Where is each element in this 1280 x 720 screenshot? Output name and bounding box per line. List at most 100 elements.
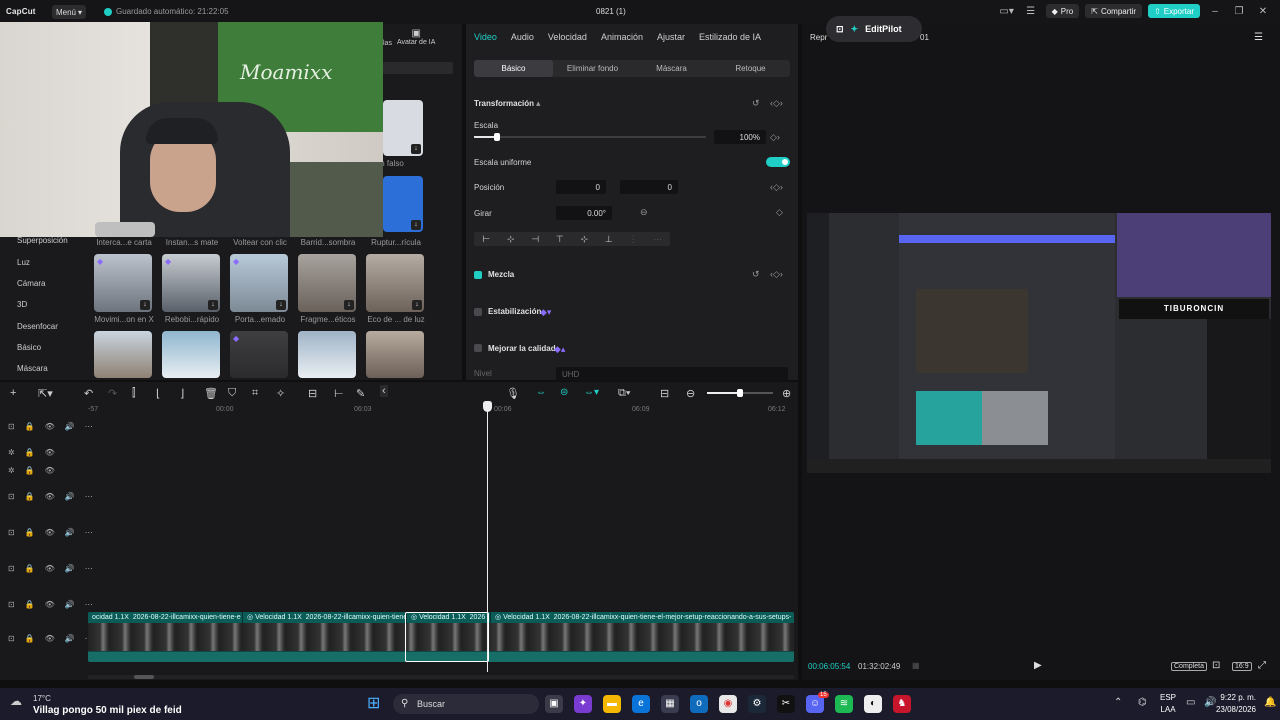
windows-start-icon[interactable]: ⊞ [367,693,380,713]
align-top-icon[interactable]: ⊤ [548,232,573,246]
more-icon[interactable]: ⋯ [85,528,93,537]
subtab-basico[interactable]: Básico [474,60,553,77]
zoom-slider[interactable] [707,389,773,397]
lock-icon[interactable]: 🔒 [25,448,35,457]
preview-axis-icon[interactable]: ⧉▾ [618,387,630,400]
audio-icon[interactable]: 🔊 [65,600,75,609]
more-icon[interactable]: ⋯ [85,422,93,431]
complete-button[interactable]: Completa [1171,662,1207,671]
outlook-icon[interactable]: o [690,695,708,713]
effect-thumbnail[interactable]: ◆ [230,331,288,378]
audio-icon[interactable]: 🔊 [65,422,75,431]
more-icon[interactable]: ⋯ [85,492,93,501]
app-icon[interactable]: ♞ [893,695,911,713]
effect-thumbnail[interactable] [94,331,152,378]
download-icon[interactable]: ↓ [140,300,150,310]
download-icon[interactable]: ↓ [411,144,421,154]
settings-icon[interactable]: ☰ [1022,6,1040,17]
magic-icon[interactable]: ✧ [276,387,285,400]
eye-icon[interactable]: 👁 [45,564,55,573]
download-icon[interactable]: ↓ [208,300,218,310]
effect-thumbnail[interactable] [162,331,220,378]
network-icon[interactable]: ⌬ [1138,697,1147,708]
download-icon[interactable]: ↓ [344,300,354,310]
audio-icon[interactable]: 🔊 [65,528,75,537]
timeline-ruler[interactable]: -57 00:00 06:03 00:06 06:09 06:12 [88,406,798,418]
share-button[interactable]: ⇱ Compartir [1085,4,1143,18]
obs-icon[interactable]: ◐ [864,695,882,713]
lock-icon[interactable]: 🔒 [25,466,35,475]
taskbar-clock[interactable]: 9:22 p. m. 23/08/2026 [1216,692,1256,716]
eye-icon[interactable]: 👁 [45,422,55,431]
distribute-h-icon[interactable]: ⋮ [621,232,646,246]
clip-header[interactable]: ◎ Velocidad 1.1X 2026-08-22-illcamixx-qu… [490,612,794,623]
position-y-input[interactable]: 0 [620,180,678,194]
effect-thumbnail[interactable]: ↓ [366,254,424,312]
pro-button[interactable]: ◆ Pro [1045,4,1080,18]
reset-icon[interactable]: ↺ [752,269,760,280]
undo-icon[interactable]: ↶ [84,387,93,400]
scale-input[interactable]: 100% [714,130,766,144]
effect-thumbnail[interactable]: ↓ [383,176,423,232]
tab-video[interactable]: Video [474,32,497,42]
tab-velocidad[interactable]: Velocidad [548,32,587,42]
effect-thumbnail[interactable]: ◆ ↓ [94,254,152,312]
eye-icon[interactable]: 👁 [45,634,55,643]
eye-icon[interactable]: 👁 [45,466,55,475]
align-center-v-icon[interactable]: ⊹ [572,232,597,246]
subtab-eliminar-fondo[interactable]: Eliminar fondo [553,60,632,77]
rotate-dial-icon[interactable]: ⊖ [640,207,648,218]
tab-animacion[interactable]: Animación [601,32,643,42]
playhead-handle[interactable] [483,401,492,412]
shield-icon[interactable]: ⛉ [228,387,236,400]
edge-icon[interactable]: e [632,695,650,713]
task-view-icon[interactable]: ▣ [545,695,563,713]
fullscreen-icon[interactable]: ⤢ [1258,660,1266,671]
magnet-icon[interactable]: ⊜ [560,387,568,398]
tab-estilizado-ia[interactable]: Estilizado de IA [699,32,761,42]
steam-icon[interactable]: ⚙ [748,695,766,713]
category-luz[interactable]: Luz [17,258,30,267]
sticker-icon[interactable]: ✲ [8,448,15,457]
add-track-icon[interactable]: + [10,387,16,399]
category-superposicion[interactable]: Superposición [17,236,68,245]
keyframe-icon[interactable]: ‹◇› [770,269,783,280]
weather-icon[interactable]: ☁ [10,694,22,708]
lock-icon[interactable]: 🔒 [25,422,35,431]
sticker-icon[interactable]: ✲ [8,466,15,475]
reset-icon[interactable]: ↺ [752,98,760,109]
align-left-icon[interactable]: ⊢ [474,232,499,246]
category-mascara[interactable]: Máscara [17,364,48,373]
export-button[interactable]: ⇧ Exportar [1148,4,1200,18]
display-icon[interactable]: ▭ [1186,697,1195,708]
keyframe-icon[interactable]: ◇› [770,132,780,143]
menu-button[interactable]: Menú ▾ [52,5,86,19]
select-tool-icon[interactable]: ⇱▾ [38,387,53,400]
notifications-icon[interactable]: 🔔 [1264,697,1276,708]
effect-thumbnail[interactable] [366,331,424,378]
store-icon[interactable]: ▦ [661,695,679,713]
link-icon[interactable]: ⇔▾ [584,387,599,398]
download-icon[interactable]: ↓ [412,300,422,310]
category-3d[interactable]: 3D [17,300,27,309]
audio-icon[interactable]: 🔊 [65,564,75,573]
tab-ajustar[interactable]: Ajustar [657,32,685,42]
subtab-mascara[interactable]: Máscara [632,60,711,77]
stabilize-checkbox[interactable] [474,308,482,316]
position-x-input[interactable]: 0 [556,180,606,194]
chrome-icon[interactable]: ◉ [719,695,737,713]
tab-audio[interactable]: Audio [511,32,534,42]
audio-icon[interactable]: 🔊 [65,492,75,501]
menu-icon[interactable]: ☰ [1254,32,1263,43]
minimize-icon[interactable]: – [1206,6,1224,17]
crop-icon[interactable]: ⌗ [252,387,258,400]
keyframe-icon[interactable]: ‹◇› [770,98,783,109]
eye-icon[interactable]: 👁 [45,448,55,457]
playhead[interactable] [487,402,488,672]
collapse-icon[interactable]: ‹ [380,385,388,397]
redo-icon[interactable]: ↷ [108,387,117,400]
zoom-out-icon[interactable]: ⊖ [686,387,695,400]
category-desenfocar[interactable]: Desenfocar [17,322,58,331]
layout-icon[interactable]: ▭▾ [998,6,1016,17]
track-select-icon[interactable]: ⊡ [8,528,15,537]
